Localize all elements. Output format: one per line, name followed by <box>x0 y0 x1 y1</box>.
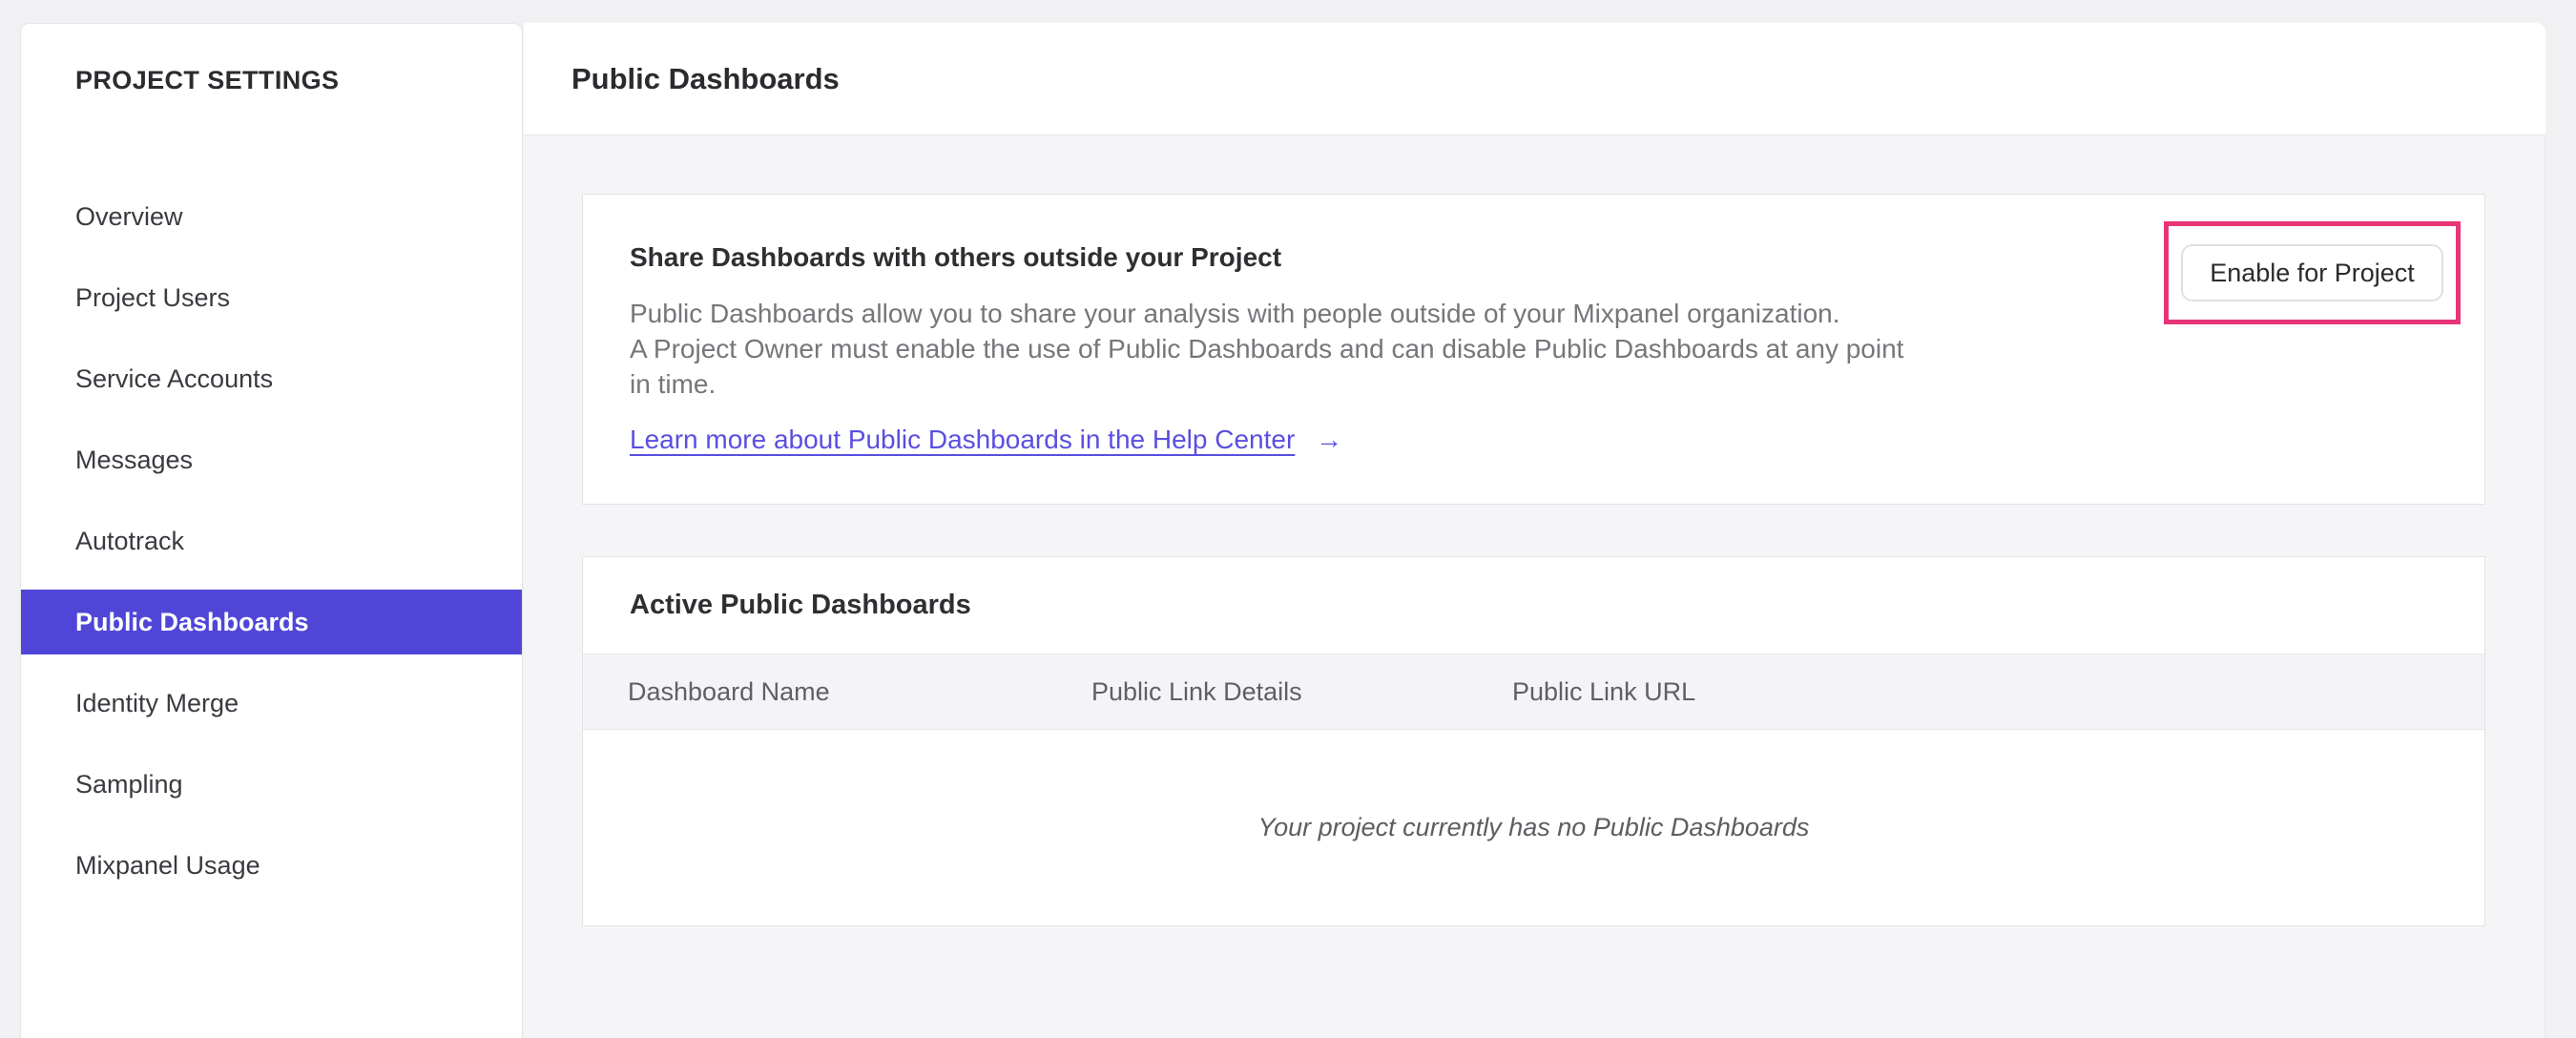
sidebar-item-service-accounts[interactable]: Service Accounts <box>21 346 522 411</box>
description-line: in time. <box>630 369 717 399</box>
active-card-title: Active Public Dashboards <box>630 590 971 620</box>
description-line: A Project Owner must enable the use of P… <box>630 334 1904 363</box>
arrow-right-icon: → <box>1316 425 1343 454</box>
sidebar-item-project-users[interactable]: Project Users <box>21 265 522 330</box>
sidebar-item-autotrack[interactable]: Autotrack <box>21 509 522 573</box>
sidebar-item-overview[interactable]: Overview <box>21 184 522 249</box>
help-center-link[interactable]: Learn more about Public Dashboards in th… <box>630 425 1295 454</box>
help-link-row: Learn more about Public Dashboards in th… <box>630 425 2484 455</box>
sidebar-item-messages[interactable]: Messages <box>21 427 522 492</box>
dashboards-table-header: Dashboard Name Public Link Details Publi… <box>583 654 2484 730</box>
highlight-annotation-box: Enable for Project <box>2164 221 2461 324</box>
sidebar-title: PROJECT SETTINGS <box>75 66 340 94</box>
main-content: Share Dashboards with others outside you… <box>524 135 2545 1038</box>
sidebar-nav: Overview Project Users Service Accounts … <box>21 184 522 898</box>
enable-for-project-button[interactable]: Enable for Project <box>2181 244 2443 301</box>
page-title: Public Dashboards <box>571 61 840 95</box>
column-public-link-details: Public Link Details <box>1091 676 1302 706</box>
column-public-link-url: Public Link URL <box>1512 676 1696 706</box>
empty-state-message: Your project currently has no Public Das… <box>1257 813 1810 841</box>
active-dashboards-card: Active Public Dashboards Dashboard Name … <box>582 556 2485 926</box>
empty-state-row: Your project currently has no Public Das… <box>583 730 2484 925</box>
project-settings-sidebar: PROJECT SETTINGS Overview Project Users … <box>20 23 523 1038</box>
sidebar-item-mixpanel-usage[interactable]: Mixpanel Usage <box>21 833 522 898</box>
sidebar-item-sampling[interactable]: Sampling <box>21 752 522 817</box>
sidebar-item-public-dashboards[interactable]: Public Dashboards <box>21 590 522 654</box>
share-dashboards-card: Share Dashboards with others outside you… <box>582 194 2485 505</box>
page-header: Public Dashboards <box>524 23 2545 135</box>
sidebar-item-identity-merge[interactable]: Identity Merge <box>21 671 522 736</box>
active-card-title-row: Active Public Dashboards <box>583 557 2484 654</box>
column-dashboard-name: Dashboard Name <box>628 676 830 706</box>
